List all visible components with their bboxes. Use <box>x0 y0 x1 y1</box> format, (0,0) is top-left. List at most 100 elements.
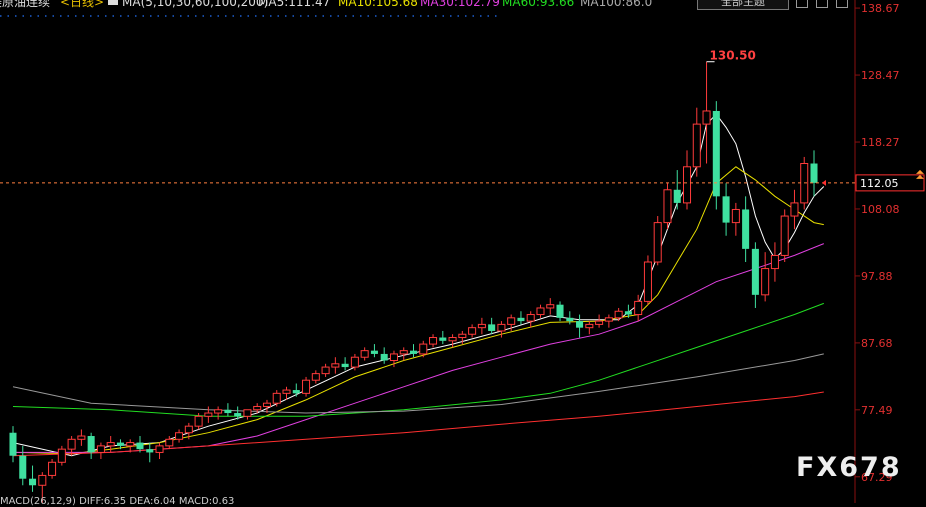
candle-body <box>175 432 184 440</box>
candle-body <box>350 356 359 368</box>
candle-body <box>488 324 496 331</box>
y-tick-label: 77.49 <box>861 404 893 417</box>
candle-body <box>731 208 740 224</box>
candle-body <box>419 343 428 355</box>
candle-body <box>341 363 349 368</box>
candle-body <box>29 478 37 486</box>
moving-average-lines <box>12 113 825 457</box>
candle-body <box>546 304 555 309</box>
candle-body <box>224 409 232 414</box>
candle-body <box>722 196 730 223</box>
candle-body <box>292 390 300 394</box>
candle-body <box>48 461 57 476</box>
candle-body <box>399 350 408 355</box>
candle-body <box>184 425 193 434</box>
current-price-label: 112.05 <box>860 177 899 190</box>
candle-body <box>566 317 574 322</box>
ma-line-ma60 <box>12 302 824 417</box>
candle-body <box>497 323 506 332</box>
candle-body <box>272 392 281 404</box>
candle-body <box>262 402 271 407</box>
candle-body <box>331 363 340 368</box>
candle-body <box>702 110 711 125</box>
candle-body <box>155 445 164 453</box>
candle-body <box>321 366 330 375</box>
price-arrow-icon <box>916 169 924 174</box>
candle-body <box>106 442 115 447</box>
ma-line-ma10 <box>12 166 824 455</box>
candle-body <box>742 209 750 249</box>
candle-body <box>57 448 66 463</box>
price-axis: 138.67128.47118.27108.0897.8887.6877.496… <box>854 0 900 503</box>
candle-body <box>77 435 86 440</box>
last-candle-marker <box>822 179 826 186</box>
candle-body <box>19 455 27 479</box>
candle-body <box>448 337 457 342</box>
candle-body <box>458 333 467 339</box>
candle-body <box>517 317 525 322</box>
candle-body <box>67 438 76 450</box>
candle-body <box>595 320 604 325</box>
candle-body <box>136 442 144 450</box>
y-tick-label: 118.27 <box>861 136 900 149</box>
candle-body <box>204 412 213 417</box>
candle-body <box>165 438 174 447</box>
candle-body <box>556 304 564 318</box>
ma-line-ma5 <box>12 113 825 457</box>
candle-body <box>468 327 477 335</box>
candle-body <box>439 337 447 341</box>
candle-body <box>712 110 720 197</box>
candle-body <box>536 307 545 316</box>
candle-body <box>576 321 584 328</box>
candle-body <box>624 311 632 315</box>
candle-body <box>38 474 47 486</box>
candle-body <box>682 166 692 204</box>
y-tick-label: 138.67 <box>861 2 900 15</box>
candle-body <box>116 442 124 446</box>
candle-body <box>673 189 681 203</box>
candle-body <box>409 350 418 354</box>
y-tick-label: 87.68 <box>861 337 893 350</box>
candle-body <box>302 379 311 394</box>
annotations: 112.05130.5062.43 <box>0 49 925 192</box>
candle-body <box>126 442 135 447</box>
ma-line-ma100 <box>12 353 824 414</box>
candlestick-chart[interactable]: 138.67128.47118.27108.0897.8887.6877.496… <box>0 0 926 503</box>
candle-body <box>194 415 203 427</box>
y-tick-label: 108.08 <box>861 203 900 216</box>
candle-body <box>526 314 535 322</box>
high-label: 130.50 <box>710 49 756 63</box>
candle-body <box>653 222 662 263</box>
candle-body <box>234 413 242 417</box>
candles <box>9 61 818 503</box>
candle-body <box>243 409 252 417</box>
candle-body <box>692 123 701 168</box>
candle-body <box>146 449 154 453</box>
candle-body <box>87 436 95 453</box>
candle-body <box>761 268 770 296</box>
candle-body <box>663 189 672 224</box>
candle-body <box>643 261 652 302</box>
candle-body <box>380 353 388 361</box>
candle-body <box>311 373 320 381</box>
y-tick-label: 128.47 <box>861 69 900 82</box>
candle-body <box>370 350 378 354</box>
y-tick-label: 97.88 <box>861 270 893 283</box>
candle-body <box>614 310 623 319</box>
candle-body <box>360 350 369 358</box>
candle-body <box>429 337 438 345</box>
candle-body <box>389 353 398 362</box>
candle-body <box>282 389 291 394</box>
candle-body <box>810 163 818 183</box>
candle-body <box>96 445 105 453</box>
candle-body <box>585 323 594 329</box>
candle-body <box>770 254 779 270</box>
candle-body <box>507 317 516 325</box>
candle-body <box>751 248 759 295</box>
candle-body <box>790 202 799 217</box>
candle-body <box>477 323 486 329</box>
fx678-watermark: FX678 <box>796 452 902 483</box>
candle-body <box>634 300 643 316</box>
candle-body <box>214 409 223 414</box>
candle-body <box>780 215 789 256</box>
